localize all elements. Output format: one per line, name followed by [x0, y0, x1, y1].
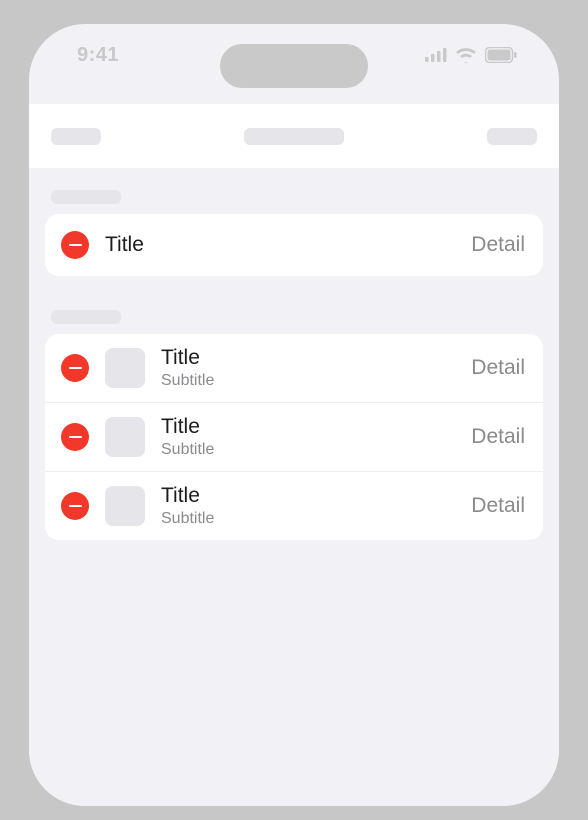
- section-header-1: [29, 168, 559, 214]
- table-row[interactable]: Title Subtitle Detail: [45, 471, 543, 540]
- section-header-skeleton: [51, 310, 121, 324]
- nav-title-placeholder: [244, 128, 344, 145]
- thumbnail-placeholder: [105, 486, 145, 526]
- content-area: Title Detail Title Subtitle Detail: [29, 104, 559, 806]
- nav-right-placeholder[interactable]: [487, 128, 537, 145]
- row-detail: Detail: [471, 494, 525, 518]
- thumbnail-placeholder: [105, 417, 145, 457]
- table-row[interactable]: Title Subtitle Detail: [45, 334, 543, 402]
- delete-icon[interactable]: [61, 492, 89, 520]
- row-title: Title: [105, 233, 455, 257]
- dynamic-island: [220, 44, 368, 88]
- row-text: Title Subtitle: [161, 484, 455, 528]
- row-title: Title: [161, 415, 455, 439]
- nav-left-placeholder[interactable]: [51, 128, 101, 145]
- row-text: Title Subtitle: [161, 346, 455, 390]
- screen: 9:41: [29, 24, 559, 806]
- status-time: 9:41: [77, 44, 119, 67]
- row-title: Title: [161, 346, 455, 370]
- row-title: Title: [161, 484, 455, 508]
- delete-icon[interactable]: [61, 231, 89, 259]
- row-subtitle: Subtitle: [161, 441, 455, 459]
- cellular-icon: [425, 48, 447, 62]
- status-icons: [425, 47, 517, 63]
- section-header-2: [29, 276, 559, 334]
- delete-icon[interactable]: [61, 423, 89, 451]
- row-subtitle: Subtitle: [161, 372, 455, 390]
- delete-icon[interactable]: [61, 354, 89, 382]
- thumbnail-placeholder: [105, 348, 145, 388]
- wifi-icon: [455, 47, 477, 63]
- row-detail: Detail: [471, 233, 525, 257]
- list-section-2: Title Subtitle Detail Title Subtitle Det…: [45, 334, 543, 540]
- row-detail: Detail: [471, 356, 525, 380]
- phone-frame: 9:41: [15, 10, 573, 820]
- navbar: [29, 104, 559, 168]
- row-detail: Detail: [471, 425, 525, 449]
- list-section-1: Title Detail: [45, 214, 543, 276]
- row-text: Title: [105, 233, 455, 257]
- section-header-skeleton: [51, 190, 121, 204]
- row-text: Title Subtitle: [161, 415, 455, 459]
- table-row[interactable]: Title Detail: [45, 214, 543, 276]
- battery-icon: [485, 47, 517, 63]
- table-row[interactable]: Title Subtitle Detail: [45, 402, 543, 471]
- row-subtitle: Subtitle: [161, 510, 455, 528]
